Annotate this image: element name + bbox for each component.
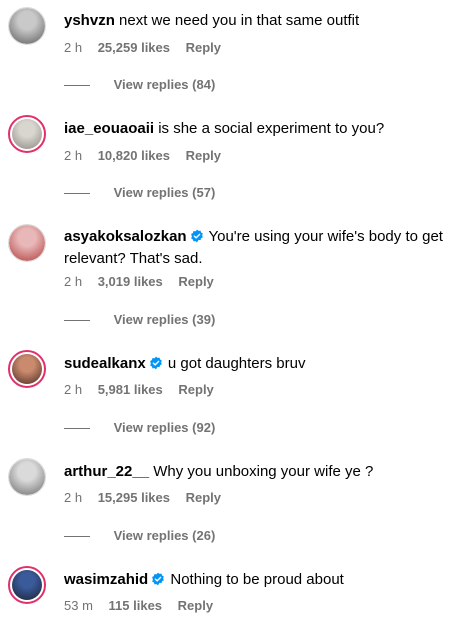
- avatar-image: [9, 8, 45, 44]
- timestamp: 2 h: [64, 490, 83, 505]
- view-replies-label: View replies (39): [113, 312, 216, 327]
- comment-text: next we need you in that same outfit: [119, 12, 360, 29]
- comment-meta: 2 h 15,295 likes Reply: [64, 490, 233, 505]
- username[interactable]: arthur_22__: [64, 463, 149, 480]
- username[interactable]: yshvzn: [64, 12, 115, 29]
- comment-body: iae_eouaoaii is she a social experiment …: [64, 118, 462, 140]
- reply-button[interactable]: Reply: [178, 382, 213, 397]
- avatar-image: [9, 459, 45, 495]
- timestamp: 2 h: [64, 148, 83, 163]
- likes-count[interactable]: 5,981 likes: [98, 382, 163, 397]
- likes-count[interactable]: 3,019 likes: [98, 274, 163, 289]
- avatar[interactable]: [8, 7, 46, 45]
- view-replies-button[interactable]: View replies (92): [64, 420, 215, 435]
- comment-text: Why you unboxing your wife ye ?: [153, 463, 374, 480]
- comment-meta: 53 m 115 likes Reply: [64, 598, 225, 613]
- view-replies-button[interactable]: View replies (57): [64, 185, 215, 200]
- avatar-image: [12, 354, 42, 384]
- view-replies-button[interactable]: View replies (26): [64, 528, 215, 543]
- divider-dash: [64, 536, 90, 538]
- view-replies-label: View replies (57): [113, 185, 216, 200]
- view-replies-button[interactable]: View replies (39): [64, 312, 215, 327]
- verified-badge-icon: [190, 229, 203, 243]
- likes-count[interactable]: 115 likes: [109, 598, 163, 613]
- avatar-image: [12, 570, 42, 600]
- timestamp: 2 h: [64, 382, 83, 397]
- reply-button[interactable]: Reply: [186, 40, 221, 55]
- comment-body: asyakoksalozkan You're using your wife's…: [64, 226, 462, 270]
- avatar[interactable]: [8, 224, 46, 262]
- comment-body: yshvzn next we need you in that same out…: [64, 10, 462, 32]
- comment-body: sudealkanx u got daughters bruv: [64, 353, 462, 375]
- divider-dash: [64, 320, 90, 322]
- avatar[interactable]: [8, 566, 46, 604]
- comment-text: u got daughters bruv: [167, 355, 306, 372]
- reply-button[interactable]: Reply: [186, 490, 221, 505]
- comment-text: Nothing to be proud about: [170, 571, 344, 588]
- comment-body: wasimzahid Nothing to be proud about: [64, 569, 462, 591]
- verified-badge-icon: [149, 356, 162, 370]
- comment-list: yshvzn next we need you in that same out…: [0, 0, 472, 628]
- comment-text: is she a social experiment to you?: [158, 120, 385, 137]
- avatar-image: [9, 225, 45, 261]
- divider-dash: [64, 428, 90, 430]
- divider-dash: [64, 85, 90, 87]
- reply-button[interactable]: Reply: [178, 274, 213, 289]
- avatar-image: [12, 119, 42, 149]
- avatar[interactable]: [8, 458, 46, 496]
- reply-button[interactable]: Reply: [178, 598, 213, 613]
- avatar[interactable]: [8, 350, 46, 388]
- username[interactable]: sudealkanx: [64, 355, 146, 372]
- timestamp: 2 h: [64, 40, 83, 55]
- likes-count[interactable]: 15,295 likes: [98, 490, 170, 505]
- timestamp: 53 m: [64, 598, 93, 613]
- view-replies-label: View replies (26): [113, 528, 216, 543]
- likes-count[interactable]: 25,259 likes: [98, 40, 170, 55]
- comment-body: arthur_22__ Why you unboxing your wife y…: [64, 461, 462, 483]
- comment-meta: 2 h 10,820 likes Reply: [64, 148, 233, 163]
- verified-badge-icon: [152, 572, 165, 586]
- view-replies-button[interactable]: View replies (84): [64, 77, 215, 92]
- timestamp: 2 h: [64, 274, 83, 289]
- avatar[interactable]: [8, 115, 46, 153]
- username[interactable]: asyakoksalozkan: [64, 228, 187, 245]
- username[interactable]: wasimzahid: [64, 571, 148, 588]
- comment-meta: 2 h 5,981 likes Reply: [64, 382, 226, 397]
- divider-dash: [64, 193, 90, 195]
- view-replies-label: View replies (84): [113, 77, 216, 92]
- username[interactable]: iae_eouaoaii: [64, 120, 154, 137]
- comment-meta: 2 h 3,019 likes Reply: [64, 274, 226, 289]
- likes-count[interactable]: 10,820 likes: [98, 148, 170, 163]
- view-replies-label: View replies (92): [113, 420, 216, 435]
- reply-button[interactable]: Reply: [186, 148, 221, 163]
- comment-meta: 2 h 25,259 likes Reply: [64, 40, 233, 55]
